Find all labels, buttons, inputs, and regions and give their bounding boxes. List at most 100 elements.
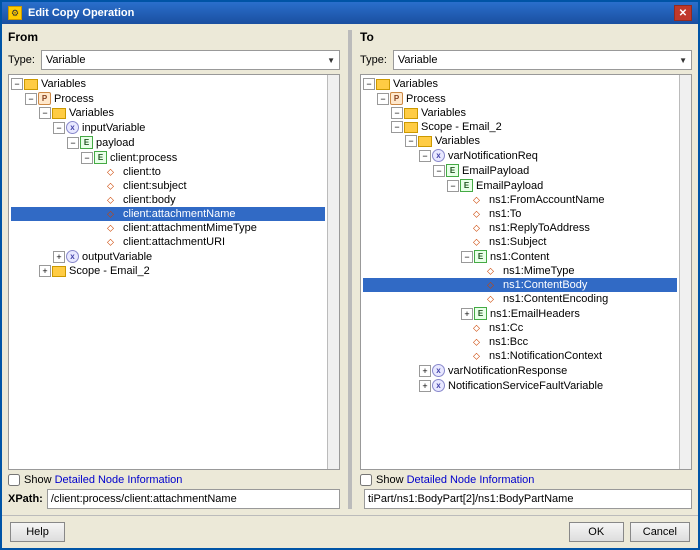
to-type-select[interactable]: Variable ▼ [393, 50, 692, 70]
tree-item-label: Variables [393, 78, 438, 90]
to-type-arrow: ▼ [679, 56, 687, 65]
from-detailed-link[interactable]: Detailed Node Information [55, 474, 183, 486]
tree-item-client_body[interactable]: ⬦client:body [11, 193, 325, 207]
tree-item-scope_email2[interactable]: +Scope - Email_2 [11, 264, 325, 278]
tree-item-ns1_To[interactable]: ⬦ns1:To [363, 207, 677, 221]
tree-item-vars[interactable]: − Variables [11, 77, 325, 91]
attr-icon: ⬦ [487, 294, 500, 305]
help-button[interactable]: Help [10, 522, 65, 542]
toggle-icon[interactable]: + [39, 265, 51, 277]
to-xpath-input[interactable] [364, 489, 692, 509]
toggle-icon[interactable]: − [81, 152, 93, 164]
tree-item-varNotificationReq[interactable]: −xvarNotificationReq [363, 148, 677, 163]
var-icon: x [432, 149, 445, 162]
toggle-icon[interactable]: − [11, 78, 23, 90]
attr-icon: ⬦ [107, 223, 120, 234]
toggle-icon[interactable]: − [377, 93, 389, 105]
tree-item-ns1_Content[interactable]: −Ens1:Content [363, 249, 677, 264]
tree-item-ns1_Cc[interactable]: ⬦ns1:Cc [363, 321, 677, 335]
to-type-value: Variable [398, 54, 438, 66]
toggle-icon[interactable]: + [53, 251, 65, 263]
tree-item-variables2[interactable]: −Variables [363, 106, 677, 120]
tree-item-outputVariable[interactable]: +xoutputVariable [11, 249, 325, 264]
tree-item-label: client:attachmentURI [123, 236, 225, 248]
tree-item-scope_email2[interactable]: − Scope - Email_2 [363, 120, 677, 134]
to-xpath-row [360, 489, 692, 509]
tree-item-client_attachmentURI[interactable]: ⬦client:attachmentURI [11, 235, 325, 249]
tree-item-NotificationServiceFaultVariable[interactable]: +xNotificationServiceFaultVariable [363, 378, 677, 393]
bottom-bar: Help OK Cancel [2, 515, 698, 548]
from-type-value: Variable [46, 54, 86, 66]
toggle-icon[interactable]: − [53, 122, 65, 134]
toggle-icon[interactable]: − [25, 93, 37, 105]
tree-item-client_attachmentMimeType[interactable]: ⬦client:attachmentMimeType [11, 221, 325, 235]
from-tree-panel: −Variables−PProcess−Variables−xinputVari… [8, 74, 340, 470]
from-type-select[interactable]: Variable ▼ [41, 50, 340, 70]
tree-item-label: Process [406, 93, 446, 105]
to-detailed-link[interactable]: Detailed Node Information [407, 474, 535, 486]
tree-item-variables2[interactable]: −Variables [11, 106, 325, 120]
attr-icon: ⬦ [473, 195, 486, 206]
tree-item-ns1_FromAccountName[interactable]: ⬦ns1:FromAccountName [363, 193, 677, 207]
toggle-icon[interactable]: − [391, 107, 403, 119]
toggle-icon[interactable]: − [461, 251, 473, 263]
from-scrollbar[interactable] [327, 75, 339, 469]
tree-item-label: Scope - Email_2 [421, 121, 502, 133]
tree-item-label: ns1:ContentBody [503, 279, 587, 291]
tree-item-ns1_ContentBody[interactable]: ⬦ns1:ContentBody [363, 278, 677, 292]
ok-button[interactable]: OK [569, 522, 624, 542]
tree-item-ns1_ContentEncoding[interactable]: ⬦ns1:ContentEncoding [363, 292, 677, 306]
tree-item-ns1_MimeType[interactable]: ⬦ns1:MimeType [363, 264, 677, 278]
tree-item-label: payload [96, 137, 135, 149]
tree-item-label: varNotificationResponse [448, 365, 567, 377]
tree-item-payload[interactable]: −Epayload [11, 135, 325, 150]
tree-item-ns1_ReplyToAddress[interactable]: ⬦ns1:ReplyToAddress [363, 221, 677, 235]
toggle-icon[interactable]: − [419, 150, 431, 162]
folder-icon [24, 79, 38, 90]
toggle-icon[interactable]: − [405, 135, 417, 147]
close-button[interactable]: ✕ [674, 5, 692, 21]
toggle-icon[interactable]: + [419, 380, 431, 392]
from-xpath-input[interactable] [47, 489, 340, 509]
to-scrollbar[interactable] [679, 75, 691, 469]
tree-item-client_to[interactable]: ⬦client:to [11, 165, 325, 179]
toggle-icon[interactable]: − [363, 78, 375, 90]
tree-item-process[interactable]: −PProcess [11, 91, 325, 106]
toggle-icon[interactable]: − [391, 121, 403, 133]
from-tree[interactable]: −Variables−PProcess−Variables−xinputVari… [9, 75, 327, 469]
tree-item-inputVariable[interactable]: −xinputVariable [11, 120, 325, 135]
tree-item-varNotificationResponse[interactable]: +xvarNotificationResponse [363, 363, 677, 378]
cancel-button[interactable]: Cancel [630, 522, 690, 542]
tree-item-label: client:body [123, 194, 176, 206]
toggle-icon[interactable]: + [419, 365, 431, 377]
tree-item-label: ns1:Cc [489, 322, 523, 334]
var-icon: x [432, 364, 445, 377]
tree-item-client_subject[interactable]: ⬦client:subject [11, 179, 325, 193]
tree-item-client_process[interactable]: −Eclient:process [11, 150, 325, 165]
to-checkbox[interactable] [360, 474, 372, 486]
tree-item-label: Variables [41, 78, 86, 90]
tree-item-process[interactable]: −PProcess [363, 91, 677, 106]
toggle-icon[interactable]: − [67, 137, 79, 149]
toggle-icon[interactable]: + [461, 308, 473, 320]
tree-item-ns1_Subject[interactable]: ⬦ns1:Subject [363, 235, 677, 249]
process-icon: P [38, 92, 51, 105]
toggle-icon[interactable]: − [447, 180, 459, 192]
attr-icon: ⬦ [107, 167, 120, 178]
to-tree[interactable]: −Variables−PProcess−Variables−Scope - Em… [361, 75, 679, 469]
tree-item-ns1_EmailHeaders[interactable]: +Ens1:EmailHeaders [363, 306, 677, 321]
title-bar: ⚙ Edit Copy Operation ✕ [2, 2, 698, 24]
from-checkbox[interactable] [8, 474, 20, 486]
to-type-row: Type: Variable ▼ [360, 50, 692, 70]
tree-item-ns1_NotificationContext[interactable]: ⬦ns1:NotificationContext [363, 349, 677, 363]
tree-item-ns1_Bcc[interactable]: ⬦ns1:Bcc [363, 335, 677, 349]
tree-item-EmailPayload[interactable]: −EEmailPayload [363, 163, 677, 178]
from-checkbox-label: Show Detailed Node Information [24, 474, 182, 486]
tree-item-vars[interactable]: − Variables [363, 77, 677, 91]
tree-item-EmailPayload2[interactable]: −EEmailPayload [363, 178, 677, 193]
toggle-icon[interactable]: − [433, 165, 445, 177]
toggle-icon[interactable]: − [39, 107, 51, 119]
from-xpath-row: XPath: [8, 489, 340, 509]
tree-item-variables3[interactable]: −Variables [363, 134, 677, 148]
tree-item-client_attachmentName[interactable]: ⬦client:attachmentName [11, 207, 325, 221]
